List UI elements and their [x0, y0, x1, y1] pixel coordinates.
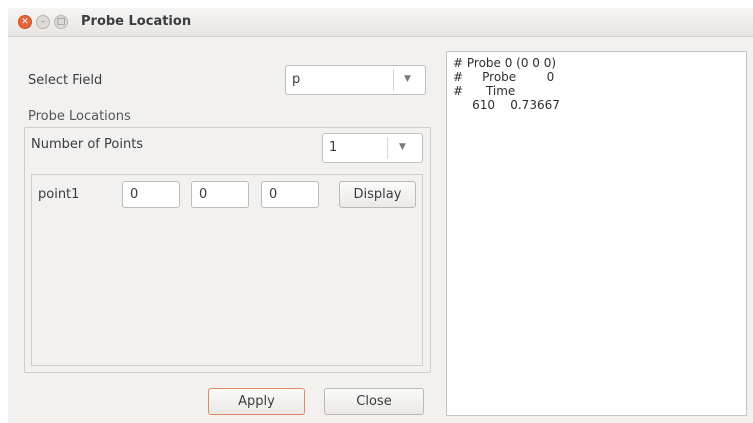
window-minimize-icon[interactable]: –	[36, 15, 50, 29]
close-button[interactable]: Close	[324, 388, 424, 415]
point-label: point1	[38, 187, 80, 202]
select-field-value: p	[292, 72, 301, 87]
select-field-label: Select Field	[28, 73, 103, 88]
title-bar: ✕ – □ Probe Location	[8, 8, 753, 37]
output-line: # Probe 0 (0 0 0)	[453, 56, 557, 70]
number-of-points-label: Number of Points	[31, 137, 144, 152]
points-panel: point1 0 0 0 Display	[31, 174, 423, 366]
probe-location-window: ✕ – □ Probe Location Select Field p ▼ Pr…	[8, 8, 753, 423]
probe-output-text[interactable]: # Probe 0 (0 0 0) # Probe 0 # Time 610 0…	[446, 51, 747, 416]
combo-separator	[387, 137, 388, 159]
number-of-points-combo[interactable]: 1 ▼	[322, 133, 423, 163]
point-y-input[interactable]: 0	[191, 181, 249, 208]
combo-separator	[393, 69, 394, 91]
window-close-icon[interactable]: ✕	[18, 15, 32, 29]
window-title: Probe Location	[81, 14, 192, 29]
display-button[interactable]: Display	[339, 181, 416, 208]
output-line: # Time	[453, 84, 516, 98]
chevron-down-icon[interactable]: ▼	[399, 142, 406, 152]
output-line: # Probe 0	[453, 70, 555, 84]
output-line: 610 0.73667	[453, 98, 560, 112]
point-z-input[interactable]: 0	[261, 181, 319, 208]
probe-locations-group: Number of Points 1 ▼ point1 0 0 0 Displa…	[24, 127, 431, 373]
apply-button[interactable]: Apply	[208, 388, 305, 415]
select-field-combo[interactable]: p ▼	[285, 65, 426, 95]
probe-locations-label: Probe Locations	[28, 109, 131, 124]
window-maximize-icon[interactable]: □	[54, 15, 68, 29]
point-x-input[interactable]: 0	[122, 181, 180, 208]
chevron-down-icon[interactable]: ▼	[404, 74, 411, 84]
number-of-points-value: 1	[329, 140, 338, 155]
